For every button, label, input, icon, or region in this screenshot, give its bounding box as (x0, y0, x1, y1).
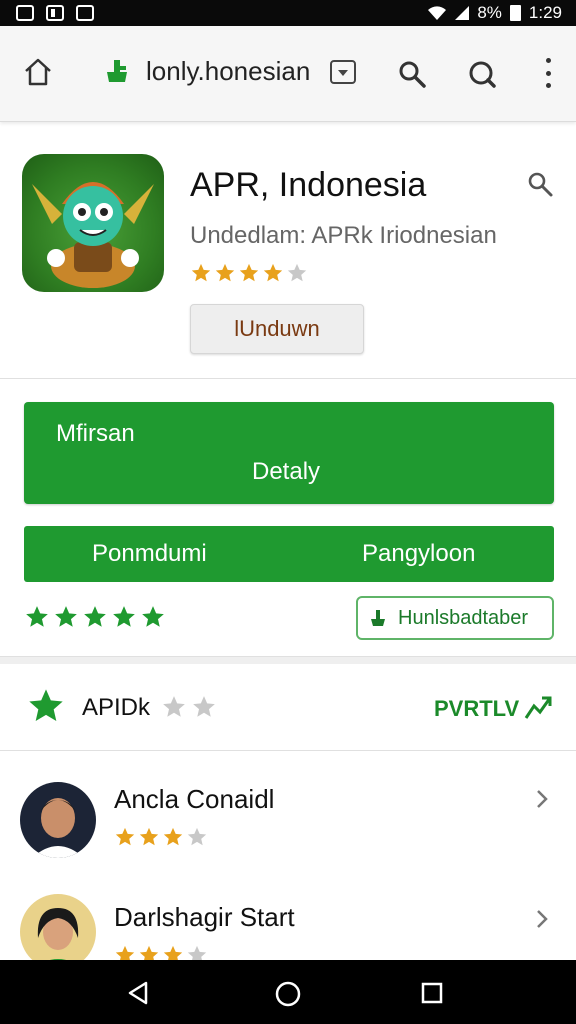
star-filled-icon (55, 606, 77, 627)
star-empty-icon (187, 827, 207, 846)
rating-section-label: APIDk (82, 694, 151, 721)
wifi-icon (428, 6, 447, 20)
download-icon (371, 610, 385, 626)
back-icon[interactable] (126, 980, 150, 1006)
rating-section-link[interactable]: PVRTLV (434, 696, 519, 722)
home-icon[interactable] (22, 56, 54, 88)
chevron-right-icon[interactable] (534, 908, 550, 930)
star-empty-icon (193, 696, 215, 717)
details-banner[interactable]: Mfirsan Detaly (24, 402, 554, 504)
review-author-name: Ancla Conaidl (114, 784, 275, 814)
search-icon[interactable] (396, 58, 428, 90)
recents-icon[interactable] (420, 981, 444, 1005)
star-filled-icon (26, 606, 48, 627)
outline-button-label: Hunlsbadtaber (398, 606, 529, 629)
star-filled-icon (239, 263, 259, 282)
battery-percent: 8% (477, 3, 502, 22)
section-separator (0, 656, 576, 664)
avatar (20, 894, 96, 970)
home-nav-icon[interactable] (274, 980, 302, 1008)
system-nav-bar (0, 960, 576, 1024)
app-subtitle: Undedlam: APRk Iriodnesian (190, 222, 497, 249)
divider (0, 750, 576, 751)
avatar (20, 782, 96, 858)
star-filled-icon (263, 263, 283, 282)
app-icon (22, 154, 164, 292)
green-rating-stars (24, 604, 166, 630)
clock: 1:29 (528, 3, 562, 22)
action-right-button[interactable]: Pangyloon (362, 540, 475, 568)
star-filled-icon (139, 827, 159, 846)
search-icon[interactable] (466, 58, 498, 90)
app-title: APR, Indonesia (190, 166, 427, 204)
app-bar: lonly.honesian (0, 26, 576, 122)
star-icon (29, 689, 63, 721)
review-author-name: Darlshagir Start (114, 902, 295, 932)
star-filled-icon (163, 827, 183, 846)
star-filled-icon (215, 263, 235, 282)
action-bar: Ponmdumi Pangyloon (24, 526, 554, 582)
star-empty-icon (287, 263, 307, 282)
download-button[interactable]: lUnduwn (190, 304, 364, 354)
gallery-notification-icon (16, 5, 34, 21)
divider (0, 378, 576, 379)
review-stars (114, 826, 208, 848)
outline-download-button[interactable]: Hunlsbadtaber (356, 596, 554, 640)
details-banner-title: Mfirsan (56, 420, 135, 447)
bookmark-notification-icon (46, 5, 64, 21)
star-filled-icon (113, 606, 135, 627)
app-notification-icon (76, 5, 94, 21)
app-bar-title: lonly.honesian (146, 56, 311, 86)
search-icon[interactable] (526, 170, 554, 198)
status-bar: 8% 1:29 (0, 0, 576, 26)
trend-arrow-icon[interactable] (522, 692, 554, 724)
star-filled-icon (191, 263, 211, 282)
star-filled-icon (115, 827, 135, 846)
details-banner-subtitle: Detaly (252, 458, 321, 485)
cell-signal-icon (455, 6, 470, 20)
star-empty-icon (163, 696, 185, 717)
rating-section-grey-stars (160, 694, 218, 720)
mascot-icon (32, 182, 154, 288)
more-options-icon[interactable] (540, 58, 556, 88)
chevron-right-icon[interactable] (534, 788, 550, 810)
battery-icon (509, 5, 521, 21)
action-left-button[interactable]: Ponmdumi (92, 540, 207, 568)
app-rating-stars (190, 262, 308, 284)
dropdown-tag-icon[interactable] (330, 60, 356, 84)
app-logo-icon (107, 60, 127, 82)
star-filled-icon (84, 606, 106, 627)
star-filled-icon (142, 606, 164, 627)
